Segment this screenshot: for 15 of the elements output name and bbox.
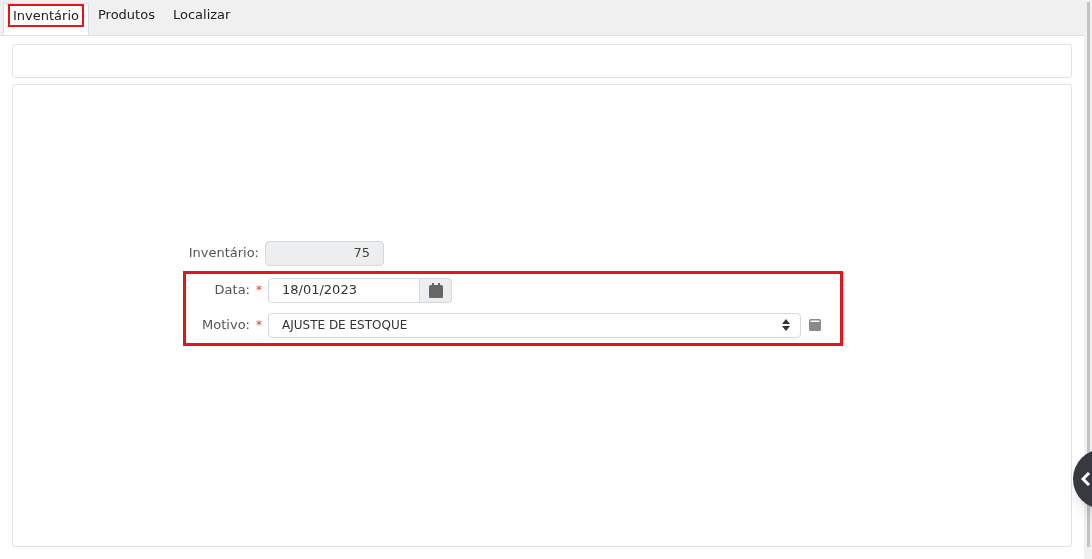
field-label: Data: [214,281,250,300]
calendar-icon [428,282,443,298]
window-icon [809,319,821,331]
date-field[interactable]: 18/01/2023 [268,277,420,303]
calendar-button[interactable] [420,277,452,303]
tab[interactable]: Inventário [3,3,89,35]
tab[interactable]: Produtos [89,3,164,35]
sort-icon [782,319,790,331]
tab[interactable]: Localizar [163,3,240,35]
required-mark: * [256,282,262,299]
field-label: Inventário: [188,244,259,263]
reason-select[interactable]: AJUSTE DE ESTOQUE [268,312,801,338]
required-mark: * [256,317,262,334]
chevron-left-icon [1081,472,1091,486]
field-label: Motivo: [202,316,250,335]
